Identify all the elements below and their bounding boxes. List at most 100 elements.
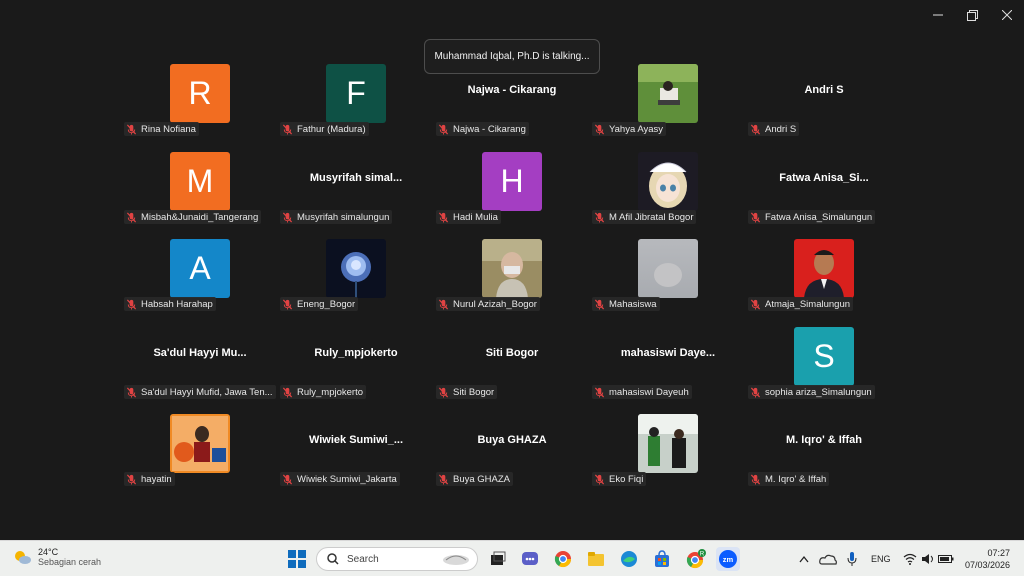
participant-tile[interactable]: Musyrifah simal... Musyrifah simalungun bbox=[280, 148, 432, 232]
participant-tile[interactable]: A Habsah Harahap bbox=[124, 235, 276, 319]
participant-name-tag: Habsah Harahap bbox=[124, 297, 216, 311]
avatar-initial: M bbox=[170, 152, 230, 211]
mic-muted-icon bbox=[126, 124, 137, 135]
participant-name-label: Eko Fiqi bbox=[609, 473, 644, 485]
participant-tile[interactable]: M Misbah&Junaidi_Tangerang bbox=[124, 148, 276, 232]
clock-date: 07/03/2026 bbox=[964, 560, 1010, 570]
participant-tile[interactable]: Fatwa Anisa_Si... Fatwa Anisa_Simalungun bbox=[748, 148, 900, 232]
participant-tile[interactable]: Mahasiswa bbox=[592, 235, 744, 319]
participant-name-tag: Mahasiswa bbox=[592, 297, 660, 311]
participant-name-tag: Nurul Azizah_Bogor bbox=[436, 297, 540, 311]
participant-name-tag: Buya GHAZA bbox=[436, 472, 514, 486]
participant-tile[interactable]: R Rina Nofiana bbox=[124, 60, 276, 144]
file-explorer-icon[interactable] bbox=[584, 547, 608, 571]
participant-tile[interactable]: Sa'dul Hayyi Mu... Sa'dul Hayyi Mufid, Ja… bbox=[124, 323, 276, 407]
participant-display-name: Andri S bbox=[804, 84, 844, 96]
participant-name-tag: hayatin bbox=[124, 472, 175, 486]
participant-name-label: M Afil Jibratal Bogor bbox=[609, 211, 694, 223]
teams-chat-icon[interactable] bbox=[518, 547, 542, 571]
taskbar: 24°C Sebagian cerah Search R zm ENG 07:2… bbox=[0, 540, 1024, 576]
close-icon[interactable] bbox=[995, 6, 1019, 24]
participant-tile[interactable]: Siti Bogor Siti Bogor bbox=[436, 323, 588, 407]
restore-icon[interactable] bbox=[960, 6, 984, 24]
participant-name-tag: Misbah&Junaidi_Tangerang bbox=[124, 210, 262, 224]
mic-muted-icon bbox=[594, 387, 605, 398]
store-icon[interactable] bbox=[650, 547, 674, 571]
chrome-profile-icon[interactable]: R bbox=[684, 547, 708, 571]
participant-name-label: Atmaja_Simalungun bbox=[765, 298, 851, 310]
zoom-app-icon[interactable]: zm bbox=[716, 547, 740, 571]
participant-tile[interactable]: M. Iqro' & Iffah M. Iqro' & Iffah bbox=[748, 410, 900, 494]
participant-tile[interactable]: Buya GHAZA Buya GHAZA bbox=[436, 410, 588, 494]
language-indicator[interactable]: ENG bbox=[871, 554, 891, 564]
participant-tile[interactable]: Atmaja_Simalungun bbox=[748, 235, 900, 319]
weather-temp: 24°C bbox=[38, 547, 59, 557]
participant-tile[interactable]: M Afil Jibratal Bogor bbox=[592, 148, 744, 232]
participant-tile[interactable]: Yahya Ayasy bbox=[592, 60, 744, 144]
participant-tile[interactable]: Eneng_Bogor bbox=[280, 235, 432, 319]
avatar-initial: S bbox=[794, 327, 854, 386]
participant-name-label: Ruly_mpjokerto bbox=[297, 386, 363, 398]
participant-tile[interactable]: mahasiswi Daye... mahasiswi Dayeuh bbox=[592, 323, 744, 407]
participant-name-tag: Musyrifah simalungun bbox=[280, 210, 393, 224]
windows-icon bbox=[288, 550, 306, 568]
chevron-up-icon[interactable] bbox=[792, 547, 816, 571]
chrome-icon[interactable] bbox=[551, 547, 575, 571]
system-clock[interactable]: 07:27 07/03/2026 bbox=[965, 547, 1010, 571]
participant-name-label: Najwa - Cikarang bbox=[453, 123, 526, 135]
taskbar-search[interactable]: Search bbox=[316, 547, 478, 571]
participant-tile[interactable]: Ruly_mpjokerto Ruly_mpjokerto bbox=[280, 323, 432, 407]
participant-name-tag: Ruly_mpjokerto bbox=[280, 385, 366, 399]
participant-name-tag: Eko Fiqi bbox=[592, 472, 647, 486]
zoom-app-label: zm bbox=[723, 555, 734, 564]
participant-name-label: hayatin bbox=[141, 473, 172, 485]
participant-name-label: Wiwiek Sumiwi_Jakarta bbox=[297, 473, 397, 485]
participant-name-tag: Rina Nofiana bbox=[124, 122, 199, 136]
battery-icon[interactable] bbox=[934, 547, 958, 571]
avatar-photo bbox=[170, 414, 230, 473]
mic-muted-icon bbox=[438, 387, 449, 398]
participant-name-tag: M. Iqro' & Iffah bbox=[748, 472, 830, 486]
partly-sunny-icon bbox=[15, 551, 31, 564]
edge-icon[interactable] bbox=[617, 547, 641, 571]
participant-display-name: Buya GHAZA bbox=[477, 434, 547, 446]
participant-name-tag: sophia ariza_Simalungun bbox=[748, 385, 875, 399]
participant-tile[interactable]: hayatin bbox=[124, 410, 276, 494]
participant-display-name: Sa'dul Hayyi Mu... bbox=[153, 347, 247, 359]
participant-tile[interactable]: Najwa - Cikarang Najwa - Cikarang bbox=[436, 60, 588, 144]
participant-display-name: Wiwiek Sumiwi_... bbox=[308, 434, 404, 446]
mic-muted-icon bbox=[126, 387, 137, 398]
participant-name-label: Andri S bbox=[765, 123, 797, 135]
weather-widget[interactable]: 24°C Sebagian cerah bbox=[12, 547, 101, 567]
chrome-profile-badge: R bbox=[700, 552, 705, 558]
participant-name-tag: M Afil Jibratal Bogor bbox=[592, 210, 697, 224]
participant-name-label: Rina Nofiana bbox=[141, 123, 196, 135]
mic-muted-icon bbox=[594, 124, 605, 135]
participant-tile[interactable]: Andri S Andri S bbox=[748, 60, 900, 144]
minimize-icon[interactable] bbox=[926, 6, 950, 24]
search-icon bbox=[327, 553, 339, 565]
mic-muted-icon bbox=[126, 474, 137, 485]
microphone-icon[interactable] bbox=[840, 547, 864, 571]
participant-name-tag: Fatwa Anisa_Simalungun bbox=[748, 210, 876, 224]
task-view-icon[interactable] bbox=[486, 547, 510, 571]
onedrive-icon[interactable] bbox=[816, 547, 840, 571]
participant-tile[interactable]: H Hadi Mulia bbox=[436, 148, 588, 232]
participant-tile[interactable]: Nurul Azizah_Bogor bbox=[436, 235, 588, 319]
participant-name-tag: Wiwiek Sumiwi_Jakarta bbox=[280, 472, 400, 486]
avatar-photo bbox=[794, 239, 854, 298]
avatar-photo bbox=[326, 239, 386, 298]
participant-tile[interactable]: Eko Fiqi bbox=[592, 410, 744, 494]
start-button[interactable] bbox=[285, 547, 309, 571]
avatar-initial: H bbox=[482, 152, 542, 211]
participant-name-label: mahasiswi Dayeuh bbox=[609, 386, 689, 398]
mic-muted-icon bbox=[438, 299, 449, 310]
participant-tile[interactable]: Wiwiek Sumiwi_... Wiwiek Sumiwi_Jakarta bbox=[280, 410, 432, 494]
participant-name-tag: Siti Bogor bbox=[436, 385, 498, 399]
participant-display-name: mahasiswi Daye... bbox=[620, 347, 716, 359]
participant-name-label: Nurul Azizah_Bogor bbox=[453, 298, 537, 310]
avatar-initial: R bbox=[170, 64, 230, 123]
mic-muted-icon bbox=[750, 124, 761, 135]
participant-tile[interactable]: Ssophia ariza_Simalungun bbox=[748, 323, 900, 407]
participant-tile[interactable]: F Fathur (Madura) bbox=[280, 60, 432, 144]
